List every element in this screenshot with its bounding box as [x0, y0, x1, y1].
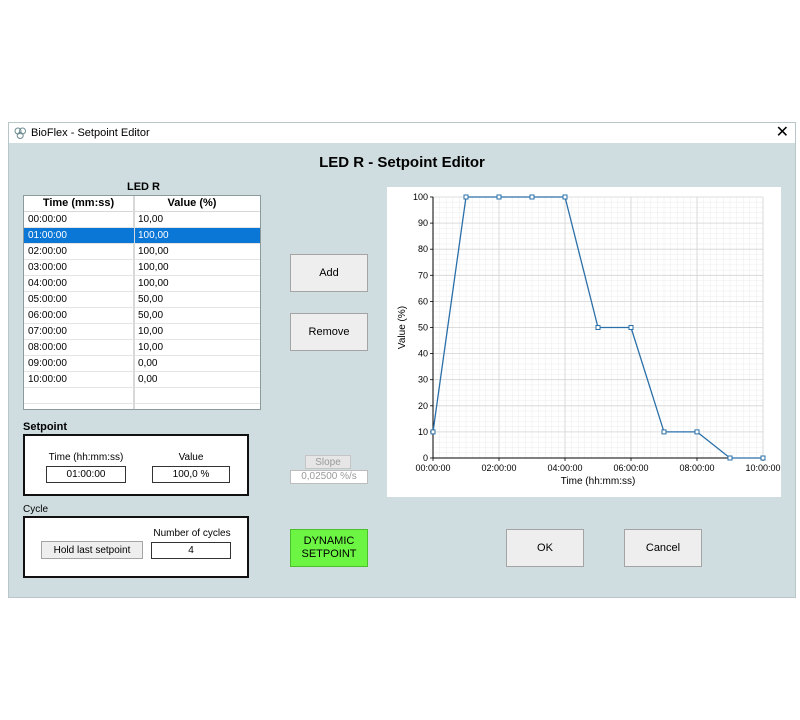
x-tick-label: 00:00:00 — [415, 463, 450, 473]
x-tick-label: 02:00:00 — [481, 463, 516, 473]
x-tick-label: 06:00:00 — [613, 463, 648, 473]
dynamic-setpoint-line1: DYNAMIC — [303, 535, 355, 547]
data-point — [595, 325, 601, 330]
data-point — [760, 455, 766, 461]
slope-field: 0,02500 %/s — [290, 470, 368, 484]
table-row[interactable]: 04:00:00 100,00 — [24, 276, 260, 292]
cell-value: 10,00 — [138, 342, 164, 353]
table-row[interactable]: 07:00:00 10,00 — [24, 324, 260, 340]
table-row[interactable]: 03:00:00 100,00 — [24, 260, 260, 276]
y-tick-label: 20 — [418, 401, 428, 411]
empty-row — [24, 388, 260, 404]
cell-value: 100,00 — [138, 262, 169, 273]
dynamic-setpoint-line2: SETPOINT — [301, 548, 357, 560]
table-body: 00:00:00 10,00 01:00:00 100,00 02:00:00 100,0… — [24, 212, 260, 409]
cell-time: 06:00:00 — [24, 308, 134, 323]
x-tick-label: 10:00:00 — [745, 463, 780, 473]
x-axis-label: Time (hh:mm:ss) — [561, 476, 636, 487]
cell-value: 50,00 — [138, 294, 164, 305]
cycle-group-title: Cycle — [23, 504, 49, 515]
cell-value: 0,00 — [138, 358, 158, 369]
dynamic-setpoint-button[interactable]: DYNAMIC SETPOINT — [290, 529, 368, 567]
table-row[interactable]: 02:00:00 100,00 — [24, 244, 260, 260]
y-tick-label: 0 — [423, 453, 428, 463]
y-tick-label: 80 — [418, 244, 428, 254]
cell-value: 50,00 — [138, 310, 164, 321]
x-tick-label: 08:00:00 — [679, 463, 714, 473]
time-field[interactable]: 01:00:00 — [46, 466, 126, 483]
y-tick-label: 10 — [418, 427, 428, 437]
y-tick-label: 70 — [418, 270, 428, 280]
cancel-button[interactable]: Cancel — [624, 529, 702, 567]
table-row[interactable]: 01:00:00 100,00 — [24, 228, 260, 244]
column-divider — [134, 196, 135, 409]
data-point — [727, 455, 733, 461]
cell-value: 100,00 — [138, 278, 169, 289]
table-row[interactable]: 08:00:00 10,00 — [24, 340, 260, 356]
value-label: Value — [178, 452, 204, 463]
table-row[interactable]: 06:00:00 50,00 — [24, 308, 260, 324]
data-point — [694, 429, 700, 435]
cell-value: 100,00 — [138, 246, 169, 257]
setpoint-group: Time (hh:mm:ss) 01:00:00 Value 100,0 % — [23, 434, 249, 496]
cell-time: 03:00:00 — [24, 260, 134, 275]
x-tick-label: 04:00:00 — [547, 463, 582, 473]
table-row[interactable]: 00:00:00 10,00 — [24, 212, 260, 228]
cycle-group: Hold last setpoint Number of cycles 4 — [23, 516, 249, 578]
add-button[interactable]: Add — [290, 254, 368, 292]
cell-value: 10,00 — [138, 214, 164, 225]
title-bar: BioFlex - Setpoint Editor ✕ — [9, 123, 795, 143]
data-point — [463, 194, 469, 200]
cell-time: 05:00:00 — [24, 292, 134, 307]
data-point — [661, 429, 667, 435]
number-of-cycles-field[interactable]: 4 — [151, 542, 231, 559]
data-point — [529, 194, 535, 200]
close-icon[interactable]: ✕ — [776, 123, 789, 143]
data-point — [496, 194, 502, 200]
cell-value: 10,00 — [138, 326, 164, 337]
cell-time: 09:00:00 — [24, 356, 134, 371]
cell-value: 0,00 — [138, 374, 158, 385]
cell-time: 00:00:00 — [24, 212, 134, 227]
number-of-cycles-label: Number of cycles — [153, 528, 231, 539]
y-tick-label: 60 — [418, 296, 428, 306]
cell-time: 02:00:00 — [24, 244, 134, 259]
slope-label: Slope — [305, 455, 351, 469]
empty-row — [24, 404, 260, 409]
cell-time: 07:00:00 — [24, 324, 134, 339]
data-point — [562, 194, 568, 200]
cell-time: 10:00:00 — [24, 372, 134, 387]
table-row[interactable]: 10:00:00 0,00 — [24, 372, 260, 388]
remove-button[interactable]: Remove — [290, 313, 368, 351]
data-point — [628, 325, 634, 330]
table-row[interactable]: 05:00:00 50,00 — [24, 292, 260, 308]
cell-time: 08:00:00 — [24, 340, 134, 355]
table-title: LED R — [127, 181, 160, 193]
cell-time: 01:00:00 — [24, 228, 134, 243]
y-tick-label: 90 — [418, 218, 428, 228]
table-header: Time (mm:ss) Value (%) — [24, 196, 260, 212]
cell-value: 100,00 — [138, 230, 169, 241]
y-tick-label: 50 — [418, 323, 428, 333]
y-tick-label: 30 — [418, 375, 428, 385]
table-row[interactable]: 09:00:00 0,00 — [24, 356, 260, 372]
time-label: Time (hh:mm:ss) — [48, 452, 124, 463]
data-point — [430, 429, 436, 435]
value-field[interactable]: 100,0 % — [152, 466, 230, 483]
bioflex-logo-icon — [14, 127, 26, 139]
column-header-time: Time (mm:ss) — [24, 196, 134, 211]
setpoint-editor-window: BioFlex - Setpoint Editor ✕ LED R - Setp… — [8, 122, 796, 598]
y-tick-label: 100 — [413, 192, 428, 202]
window-title: BioFlex - Setpoint Editor — [31, 127, 150, 139]
setpoint-group-title: Setpoint — [23, 421, 67, 433]
column-header-value: Value (%) — [167, 197, 217, 209]
hold-last-setpoint-button[interactable]: Hold last setpoint — [41, 541, 143, 559]
editor-title: LED R - Setpoint Editor — [319, 154, 485, 171]
y-tick-label: 40 — [418, 349, 428, 359]
cell-time: 04:00:00 — [24, 276, 134, 291]
y-axis-label: Value (%) — [397, 306, 408, 349]
ok-button[interactable]: OK — [506, 529, 584, 567]
setpoint-table[interactable]: Time (mm:ss) Value (%) 00:00:00 10,00 01:0… — [23, 195, 261, 410]
setpoint-chart: 0 10 20 30 40 50 60 70 80 90 100 00:00:00 02:00:00 04… — [387, 187, 781, 497]
